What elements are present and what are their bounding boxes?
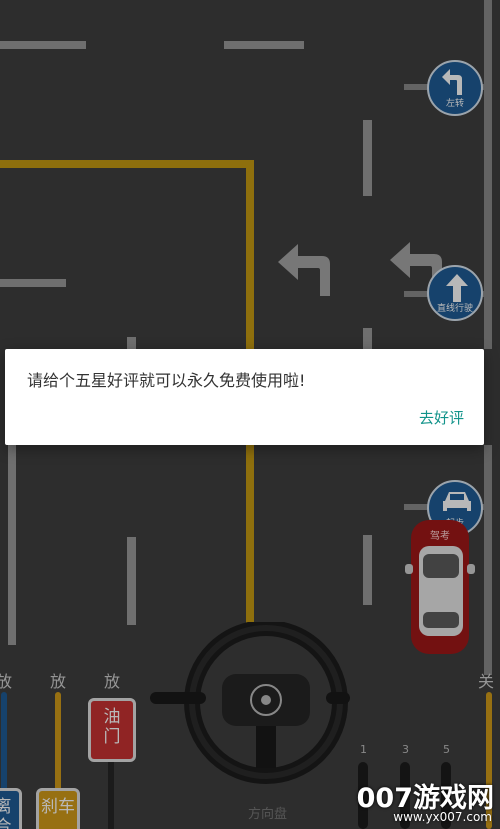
rating-dialog: 请给个五星好评就可以永久免费使用啦! 去好评: [5, 349, 484, 445]
watermark-url: www.yx007.com: [393, 810, 492, 824]
dialog-message: 请给个五星好评就可以永久免费使用啦!: [27, 371, 306, 390]
rate-button[interactable]: 去好评: [419, 407, 464, 428]
